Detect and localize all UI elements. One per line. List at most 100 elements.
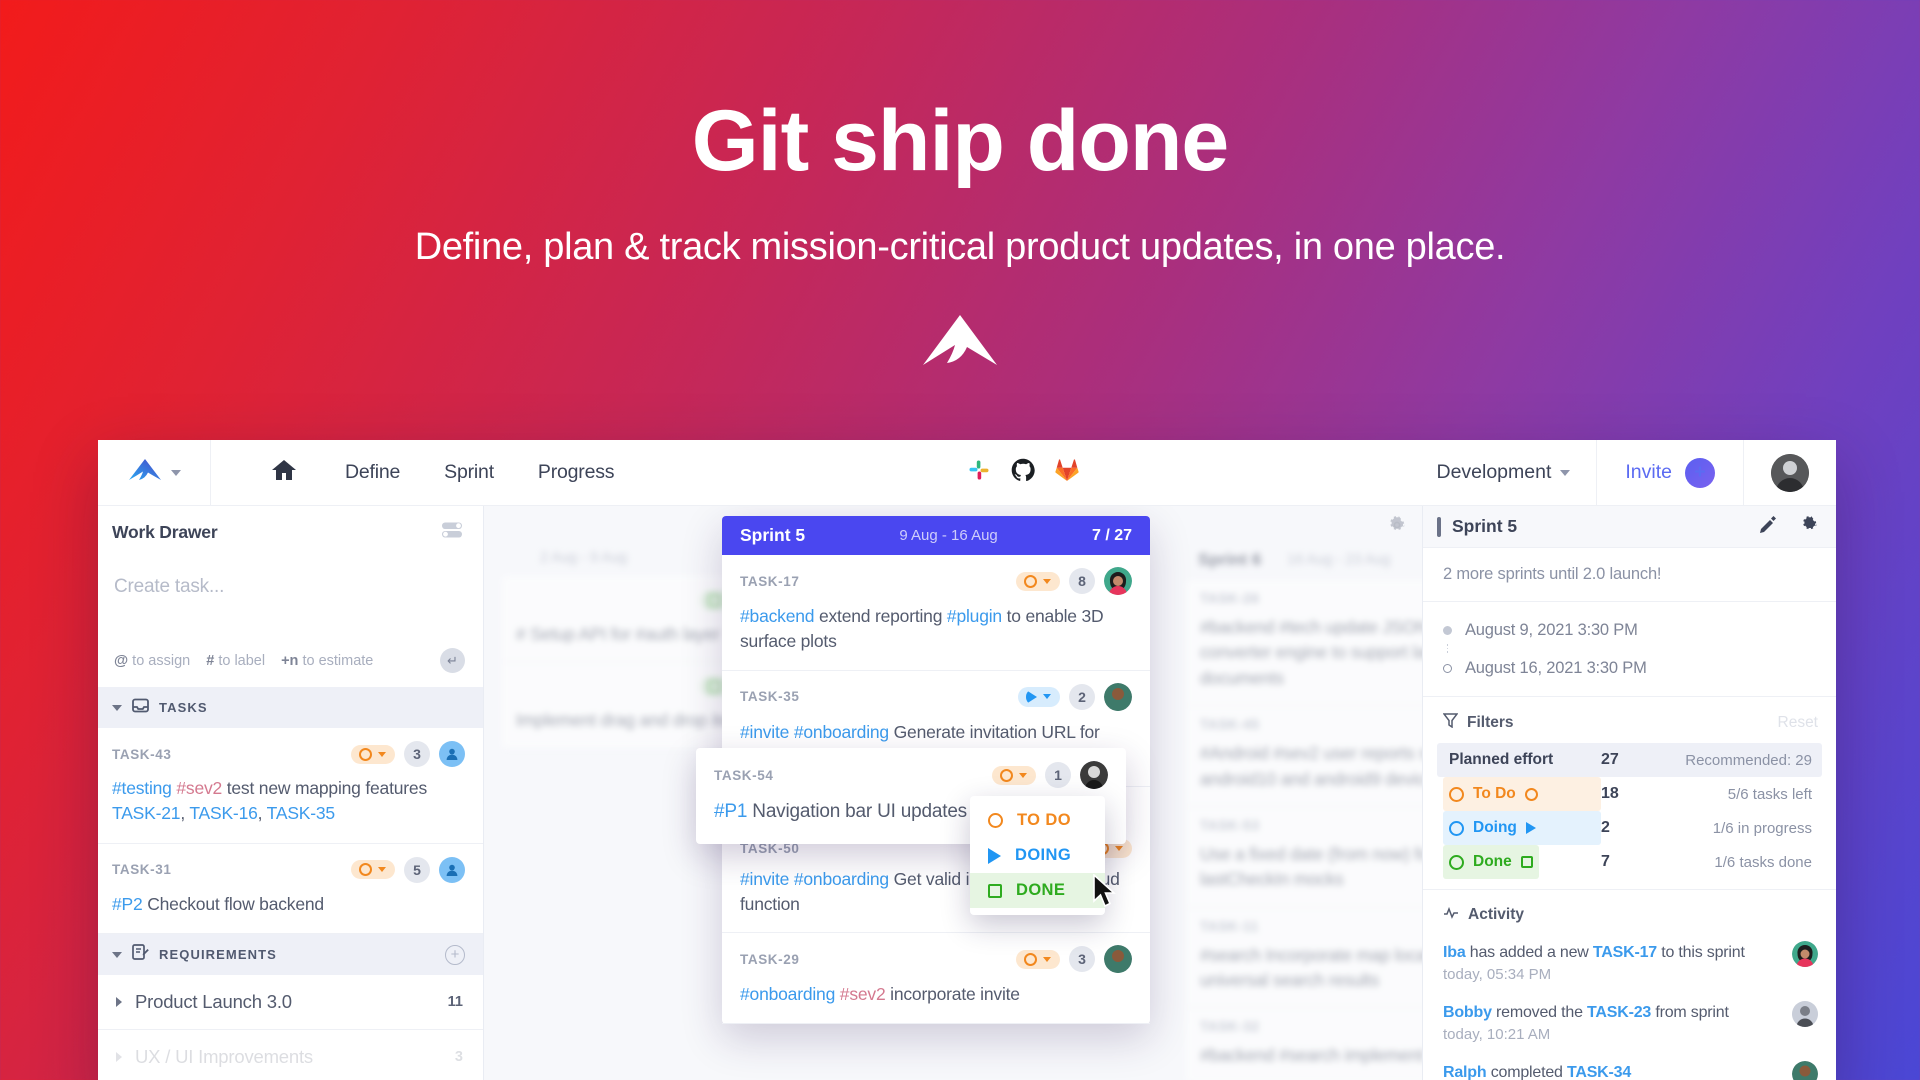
task-text: #Android #sev2 user reports stall on and… [1200, 743, 1422, 789]
filters-header: Filters Reset [1423, 697, 1836, 743]
circle-icon [1449, 786, 1464, 802]
tab-sprint[interactable]: Sprint [422, 461, 516, 484]
table-row[interactable]: TASK-17 8 #backend extend reporting #plu… [722, 555, 1150, 671]
sprint-details-header: Sprint 5 [1423, 506, 1836, 548]
create-task-input[interactable]: Create task... [114, 576, 467, 598]
list-item[interactable]: Bobby removed the TASK-23 from sprint to… [1423, 992, 1836, 1052]
status-badge[interactable] [1016, 571, 1060, 591]
requirements-section-header[interactable]: REQUIREMENTS + [98, 934, 483, 976]
inbox-icon [132, 698, 149, 718]
activity-text: Bobby removed the TASK-23 from sprint [1443, 1004, 1729, 1022]
accent-bar [1437, 516, 1441, 537]
circle-icon [1449, 854, 1464, 870]
task-text: #onboarding #sev2 incorporate invite [740, 984, 1020, 1005]
play-icon [1525, 822, 1536, 834]
list-item[interactable]: Product Launch 3.0 11 [98, 975, 483, 1031]
filter-row-done[interactable]: Done 7 1/6 tasks done [1437, 845, 1822, 879]
slack-icon[interactable] [967, 458, 991, 487]
activity-pulse-icon [1443, 906, 1459, 924]
filter-value: 2 [1601, 819, 1610, 836]
avatar[interactable] [1104, 567, 1132, 595]
gear-icon[interactable] [1388, 516, 1406, 539]
gitlab-icon[interactable] [1055, 458, 1080, 487]
column-title: Sprint 6 [1198, 550, 1262, 569]
project-selector[interactable]: Development [1410, 440, 1598, 505]
status-badge[interactable] [1018, 686, 1060, 707]
square-icon [1520, 856, 1533, 868]
task-text: #testing #sev2 test new mapping features… [112, 778, 427, 824]
list-item[interactable]: Ralph completed TASK-34 [1423, 1052, 1836, 1080]
task-link[interactable]: TASK-23 [1587, 1004, 1651, 1021]
status-dropdown-menu[interactable]: TO DO DOING DONE [970, 796, 1105, 915]
user-avatar [1771, 453, 1809, 492]
table-row[interactable]: TASK-29 3 #onboarding #sev2 incorporate … [722, 933, 1150, 1024]
filter-value: 18 [1601, 785, 1619, 802]
arrow-up-logo-icon [921, 313, 999, 374]
sprint-start-date: August 9, 2021 3:30 PM [1443, 616, 1818, 644]
status-badge[interactable] [992, 765, 1036, 785]
user-avatar-button[interactable] [1744, 440, 1836, 505]
sprint-title: Sprint 5 [740, 525, 806, 545]
sprint-effort-count: 7 / 27 [1091, 526, 1132, 544]
menu-item-todo[interactable]: TO DO [970, 803, 1105, 838]
tab-define[interactable]: Define [323, 461, 422, 484]
nav-right-group: Development Invite + [1410, 440, 1836, 505]
github-icon[interactable] [1011, 458, 1036, 487]
toggle-switch-icon[interactable] [441, 521, 463, 544]
menu-item-doing[interactable]: DOING [970, 838, 1105, 873]
task-id: TASK-32 [1200, 1019, 1260, 1035]
app-logo-button[interactable] [98, 440, 211, 505]
sprint-date-range: 9 Aug - 16 Aug [899, 527, 998, 544]
task-link[interactable]: TASK-34 [1567, 1064, 1631, 1080]
chevron-down-icon [112, 951, 122, 958]
avatar[interactable] [1104, 682, 1132, 711]
task-id: TASK-26 [1200, 591, 1260, 606]
filter-note: 5/6 tasks left [1727, 785, 1812, 803]
chevron-down-icon [1560, 469, 1571, 476]
reset-button[interactable]: Reset [1778, 714, 1819, 732]
gear-icon[interactable] [1801, 515, 1818, 538]
status-badge[interactable] [1016, 949, 1060, 969]
hint-estimate: +n to estimate [281, 652, 374, 669]
top-navigation: Define Sprint Progress Development Invit… [98, 440, 1836, 506]
filter-note: 1/6 in progress [1712, 819, 1812, 837]
table-row[interactable]: TASK-31 5 #P2 Checkout flow backend [98, 844, 483, 935]
filter-row-doing[interactable]: Doing 2 1/6 in progress [1437, 811, 1822, 845]
invite-button[interactable]: Invite + [1597, 440, 1744, 505]
tasks-section-header[interactable]: TASKS [98, 687, 483, 728]
person-icon[interactable] [439, 741, 465, 767]
tab-progress[interactable]: Progress [516, 461, 636, 484]
project-name: Development [1436, 461, 1552, 483]
avatar[interactable] [1080, 761, 1108, 789]
person-icon[interactable] [439, 856, 465, 883]
home-button[interactable] [245, 458, 323, 487]
sprint-end-date: August 16, 2021 3:30 PM [1443, 654, 1818, 682]
status-badge[interactable] [351, 744, 395, 764]
avatar[interactable] [1104, 945, 1132, 974]
task-id: TASK-35 [740, 689, 800, 705]
filter-name: To Do [1473, 785, 1516, 802]
work-drawer-header: Work Drawer [98, 506, 483, 558]
menu-item-done[interactable]: DONE [970, 873, 1105, 908]
date-connector [1443, 644, 1452, 654]
list-item[interactable]: UX / UI Improvements 3 [98, 1030, 483, 1080]
pencil-icon[interactable] [1759, 515, 1776, 538]
status-badge[interactable] [351, 860, 395, 880]
plus-circle-icon[interactable]: + [445, 944, 465, 965]
task-link[interactable]: TASK-17 [1593, 944, 1657, 961]
filter-row-planned-effort[interactable]: Planned effort 27 Recommended: 29 [1437, 743, 1822, 777]
filter-row-todo[interactable]: To Do 18 5/6 tasks left [1437, 777, 1822, 811]
table-row[interactable]: TASK-43 3 #testing #sev2 test new mappin… [98, 728, 483, 844]
list-item[interactable]: Iba has added a new TASK-17 to this spri… [1423, 932, 1836, 992]
enter-key-icon[interactable]: ↵ [440, 648, 465, 673]
task-id: TASK-17 [740, 573, 800, 589]
create-task-hints: @ to assign # to label +n to estimate ↵ [98, 598, 483, 687]
activity-time: today, 05:34 PM [1443, 966, 1552, 984]
create-task-box[interactable]: Create task... [98, 558, 483, 598]
avatar [1792, 941, 1818, 967]
estimate-badge: 3 [1069, 946, 1095, 973]
sprint-details-panel: Sprint 5 2 more sprints until 2.0 launch… [1422, 506, 1836, 1080]
table-row: TASK-53 Use a fixed date (from now) for … [1186, 807, 1422, 908]
activity-text: Iba has added a new TASK-17 to this spri… [1443, 944, 1745, 961]
filter-value: 7 [1601, 853, 1610, 870]
